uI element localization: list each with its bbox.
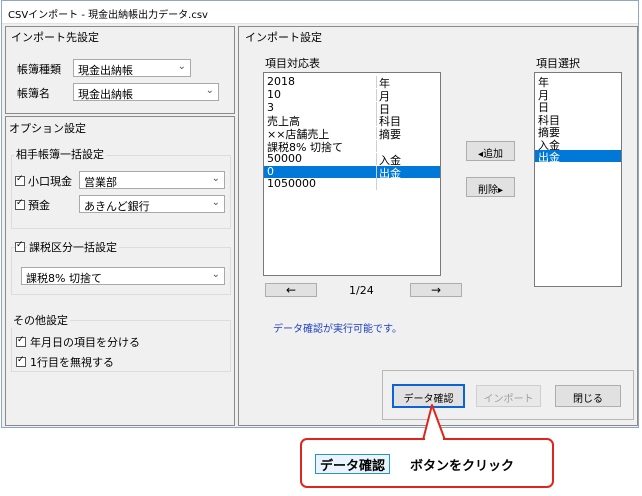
tax-class-value: 課税8% 切捨て [26,272,102,285]
column-divider [376,101,377,114]
options-pane: オプション設定 相手帳簿一括設定 小口現金 営業部 ⌄ 預金 あきんど銀行 ⌄ … [5,116,235,426]
book-name-value: 現金出納帳 [78,88,133,101]
mapping-value-cell: 10 [267,87,281,101]
mapping-row[interactable]: 売上高 科目 [264,114,440,128]
title-bar: CSVインポート - 現金出納帳出力データ.csv [2,1,638,24]
chevron-down-icon: ⌄ [205,85,214,96]
book-type-label: 帳簿種類 [17,63,61,76]
column-divider [376,152,377,165]
book-name-label: 帳簿名 [17,87,50,100]
mapping-row[interactable]: 0 出金 [264,164,440,180]
item-option-label: 出金 [538,151,560,164]
deposit-label: 預金 [28,199,50,212]
item-option[interactable]: 年 [535,75,621,89]
column-divider [376,88,377,101]
book-type-select[interactable]: 現金出納帳 ⌄ [73,59,191,77]
mapping-table-title: 項目対応表 [265,57,320,70]
options-title: オプション設定 [9,122,86,135]
mapping-row[interactable]: 10 月 [264,87,440,103]
column-divider [376,165,377,178]
mapping-row[interactable]: 50000 入金 [264,151,440,167]
import-target-pane: インポート先設定 帳簿種類 現金出納帳 ⌄ 帳簿名 現金出納帳 ⌄ [5,26,235,114]
mapping-value-cell: 0 [267,164,274,178]
add-button[interactable]: ◂追加 [466,141,515,161]
import-button[interactable]: インポート [476,385,541,407]
column-divider [376,140,377,152]
column-divider [376,127,377,140]
tax-class-select[interactable]: 課税8% 切捨て ⌄ [21,267,225,285]
remove-button[interactable]: 削除▸ [466,177,515,197]
callout-text: ボタンをクリック [410,459,515,474]
deposit-select[interactable]: あきんど銀行 ⌄ [79,195,225,213]
skip-first-row-label: 1行目を無視する [30,356,114,369]
mapping-row[interactable]: 2018 年 [264,75,440,90]
mapping-value-cell: 50000 [267,151,302,165]
import-settings-title: インポート設定 [245,31,322,44]
instruction-callout: データ確認 ボタンをクリック [300,438,554,488]
import-settings-pane: インポート設定 項目対応表 2018 年 10 月 3 日売上高 科目 ××店舗売上 摘要 課税8… [238,26,638,426]
other-settings-title: その他設定 [11,312,70,328]
mapping-row[interactable]: ××店舗売上 摘要 [264,127,440,141]
callout-highlight-text: データ確認 [320,459,386,474]
chevron-down-icon: ⌄ [211,269,220,280]
split-date-label: 年月日の項目を分ける [30,336,140,349]
item-option[interactable]: 日 [535,100,621,114]
item-option[interactable]: 入金 [535,138,621,152]
skip-first-row-checkbox[interactable] [16,355,26,367]
book-name-select[interactable]: 現金出納帳 ⌄ [73,83,219,101]
arrow-left-icon: ← [285,283,297,297]
mapping-row[interactable]: 3日 [264,100,440,116]
petty-cash-label: 小口現金 [28,175,72,188]
data-check-button-label: データ確認 [403,394,454,405]
column-divider [376,114,377,127]
import-target-title: インポート先設定 [11,31,99,44]
tax-class-checkbox[interactable] [15,240,25,252]
close-button[interactable]: 閉じる [555,385,621,407]
callout-button-sample: データ確認 [315,454,391,474]
arrow-right-icon: → [430,283,442,297]
item-option[interactable]: 科目 [535,113,621,127]
next-page-button[interactable]: → [410,283,462,297]
chevron-down-icon: ⌄ [177,61,186,72]
item-option[interactable]: 摘要 [535,125,621,139]
counter-book-group-title: 相手帳簿一括設定 [14,146,106,162]
window-title: CSVインポート - 現金出納帳出力データ.csv [8,10,208,21]
chevron-down-icon: ⌄ [211,173,220,184]
item-option[interactable]: 月 [535,88,621,102]
remove-button-label: 削除▸ [477,185,504,196]
mapping-value-cell: 1050000 [267,177,316,191]
counter-book-group [11,155,231,229]
petty-cash-value: 営業部 [84,176,117,189]
page-indicator: 1/24 [349,284,374,297]
mapping-row[interactable]: 1050000 [264,177,440,191]
book-type-value: 現金出納帳 [78,64,133,77]
chevron-down-icon: ⌄ [211,197,220,208]
petty-cash-select[interactable]: 営業部 ⌄ [79,171,225,189]
column-divider [376,76,377,88]
mapping-table[interactable]: 2018 年 10 月 3 日売上高 科目 ××店舗売上 摘要 課税8% 切捨て 50000 入金 0 出… [263,72,441,276]
column-divider [376,178,377,191]
csv-import-window: CSVインポート - 現金出納帳出力データ.csv インポート先設定 帳簿種類 … [1,0,639,428]
petty-cash-checkbox[interactable] [15,174,25,186]
item-select-list[interactable]: 年月日科目 摘要 入金 出金 [534,72,622,287]
mapping-value-cell: 2018 [267,75,295,88]
data-check-button[interactable]: データ確認 [392,384,465,408]
mapping-value-cell: 3 [267,100,274,114]
split-date-checkbox[interactable] [16,335,26,347]
tax-class-group-title: 課税区分一括設定 [27,239,119,255]
prev-page-button[interactable]: ← [265,283,317,297]
status-message: データ確認が実行可能です。 [273,324,402,335]
import-button-label: インポート [483,394,534,405]
mapping-row[interactable]: 課税8% 切捨て [264,140,440,154]
close-button-label: 閉じる [573,394,603,405]
item-option[interactable]: 出金 [535,150,621,164]
deposit-checkbox[interactable] [15,198,25,210]
deposit-value: あきんど銀行 [84,200,150,213]
item-select-title: 項目選択 [536,57,580,70]
add-button-label: ◂追加 [477,149,504,160]
